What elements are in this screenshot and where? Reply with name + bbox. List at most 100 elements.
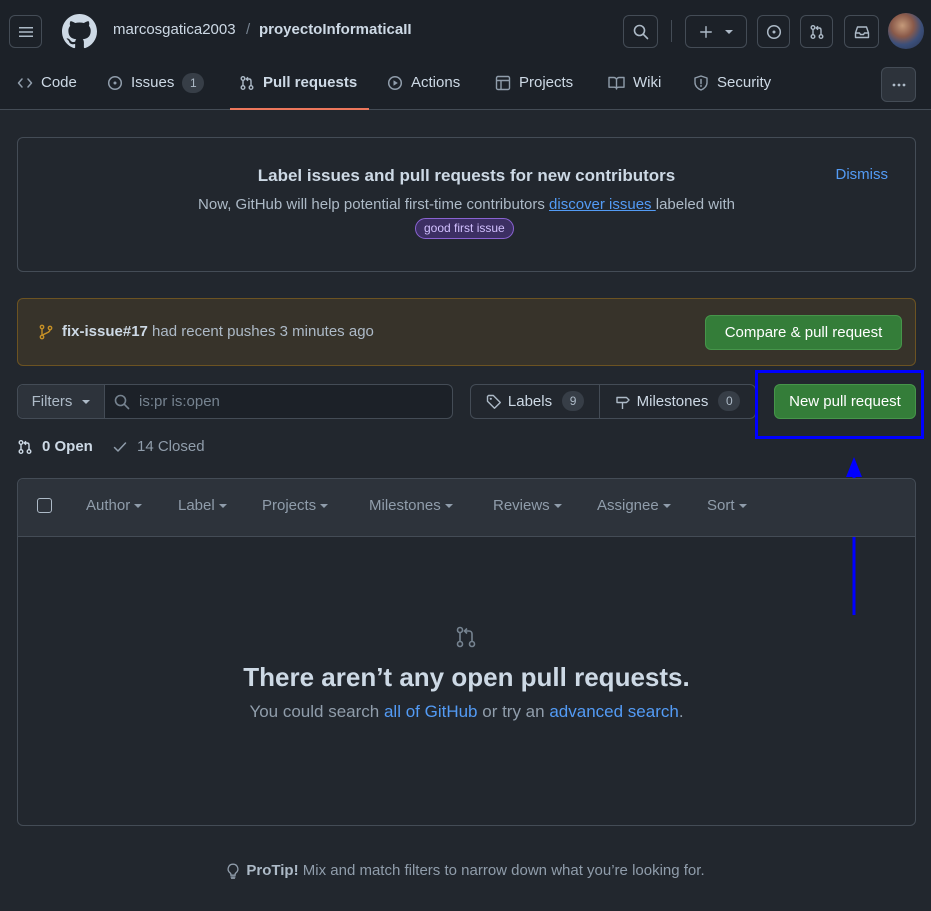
tab-security[interactable]: Security [693,66,771,110]
avatar[interactable] [888,13,924,49]
author-filter[interactable]: Author [86,497,143,514]
tab-label: Projects [519,74,574,91]
chevron-down-icon [444,503,453,508]
milestone-icon [615,396,630,409]
all-of-github-link[interactable]: all of GitHub [384,702,478,721]
filter-label: Reviews [493,497,550,514]
contributor-labels-banner: Label issues and pull requests for new c… [17,137,916,272]
inbox-button[interactable] [844,15,879,48]
tab-projects[interactable]: Projects [495,66,573,110]
table-icon [495,75,511,91]
code-icon [17,78,33,88]
more-tabs-button[interactable] [881,67,916,102]
label-filter[interactable]: Label [178,497,227,514]
tab-code[interactable]: Code [17,66,77,110]
book-icon [608,76,625,90]
banner-text-before: Now, GitHub will help potential first-ti… [198,196,550,213]
branch-name[interactable]: fix-issue#17 [62,323,148,340]
tab-label: Pull requests [263,74,358,91]
tab-actions[interactable]: Actions [387,66,460,110]
chevron-down-icon [320,503,329,508]
create-new-button[interactable] [685,15,747,48]
issue-opened-icon [766,24,781,39]
protip: ProTip! Mix and match filters to narrow … [0,862,931,879]
search-field-wrapper[interactable] [105,385,452,418]
filter-label: Author [86,497,131,514]
labels-label: Labels [507,393,553,410]
menu-button[interactable] [9,15,42,48]
select-all-checkbox[interactable] [37,498,52,513]
pull-request-icon [810,24,823,39]
open-state-filter[interactable]: 0 Open [17,438,93,455]
tab-wiki[interactable]: Wiki [608,66,661,110]
header-divider [671,20,672,42]
milestones-button[interactable]: Milestones 0 [600,385,755,418]
light-bulb-icon [227,863,239,879]
tab-label: Code [41,74,77,91]
filter-label: Projects [262,497,317,514]
pull-request-list [17,478,916,826]
chevron-down-icon [218,503,227,508]
search-icon [633,24,648,39]
pull-request-icon [240,76,254,90]
milestones-filter[interactable]: Milestones [369,497,453,514]
chevron-down-icon [553,503,562,508]
chevron-down-icon [725,29,733,34]
filter-label: Milestones [369,497,441,514]
empty-state-text: You could search all of GitHub or try an… [17,702,916,722]
labels-button[interactable]: Labels 9 [471,385,600,418]
tab-label: Wiki [633,74,662,91]
push-notice-text: fix-issue#17 had recent pushes 3 minutes… [62,323,374,340]
empty-text-1: You could search [249,702,384,721]
banner-text: Now, GitHub will help potential first-ti… [18,196,915,213]
tab-pull-requests[interactable]: Pull requests [230,66,369,110]
tab-issues[interactable]: Issues 1 [107,66,205,110]
label-text: good first issue [424,221,505,235]
milestones-count-badge: 0 [718,391,741,411]
empty-text-3: . [678,702,684,721]
filters-dropdown[interactable]: Filters [18,385,105,418]
advanced-search-link[interactable]: advanced search [549,702,678,721]
discover-issues-link[interactable]: discover issues [549,196,656,213]
search-button[interactable] [623,15,658,48]
tab-label: Issues [131,74,175,91]
dismiss-link[interactable]: Dismiss [836,166,889,183]
closed-state-filter[interactable]: 14 Closed [112,438,205,455]
owner-link[interactable]: marcosgatica2003 [113,21,236,38]
filters-label: Filters [31,393,73,410]
issues-count-badge: 1 [182,73,205,93]
pull-requests-shortcut-button[interactable] [800,15,833,48]
labels-milestones-group: Labels 9 Milestones 0 [470,384,756,419]
milestones-label: Milestones [636,393,709,410]
empty-state-title: There aren’t any open pull requests. [243,662,690,692]
projects-filter[interactable]: Projects [262,497,329,514]
hamburger-icon [18,26,33,37]
git-branch-icon [39,324,53,340]
annotation-highlight-box [755,370,924,439]
reviews-filter[interactable]: Reviews [493,497,562,514]
compare-pull-request-button[interactable]: Compare & pull request [705,315,902,350]
chevron-down-icon [738,503,747,508]
protip-label: ProTip! [246,862,299,879]
good-first-issue-label[interactable]: good first issue [415,218,514,239]
labels-count-badge: 9 [562,391,585,411]
protip-text: Mix and match filters to narrow down wha… [298,862,705,879]
filter-label: Sort [707,497,735,514]
chevron-down-icon [134,503,143,508]
empty-text-2: or try an [477,702,550,721]
repo-link[interactable]: proyectoInformaticaII [259,21,412,38]
issues-shortcut-button[interactable] [757,15,790,48]
sort-filter[interactable]: Sort [707,497,747,514]
chevron-down-icon [82,399,91,404]
github-mark-icon [62,14,97,49]
search-input[interactable] [139,385,439,418]
kebab-horizontal-icon [892,83,905,86]
closed-count: 14 Closed [137,438,205,455]
play-icon [387,75,403,91]
breadcrumb-separator: / [246,21,251,38]
assignee-filter[interactable]: Assignee [597,497,671,514]
pull-request-icon [18,439,32,454]
github-logo[interactable] [62,14,97,49]
shield-icon [694,75,708,91]
banner-text-after: labeled with [655,196,735,213]
